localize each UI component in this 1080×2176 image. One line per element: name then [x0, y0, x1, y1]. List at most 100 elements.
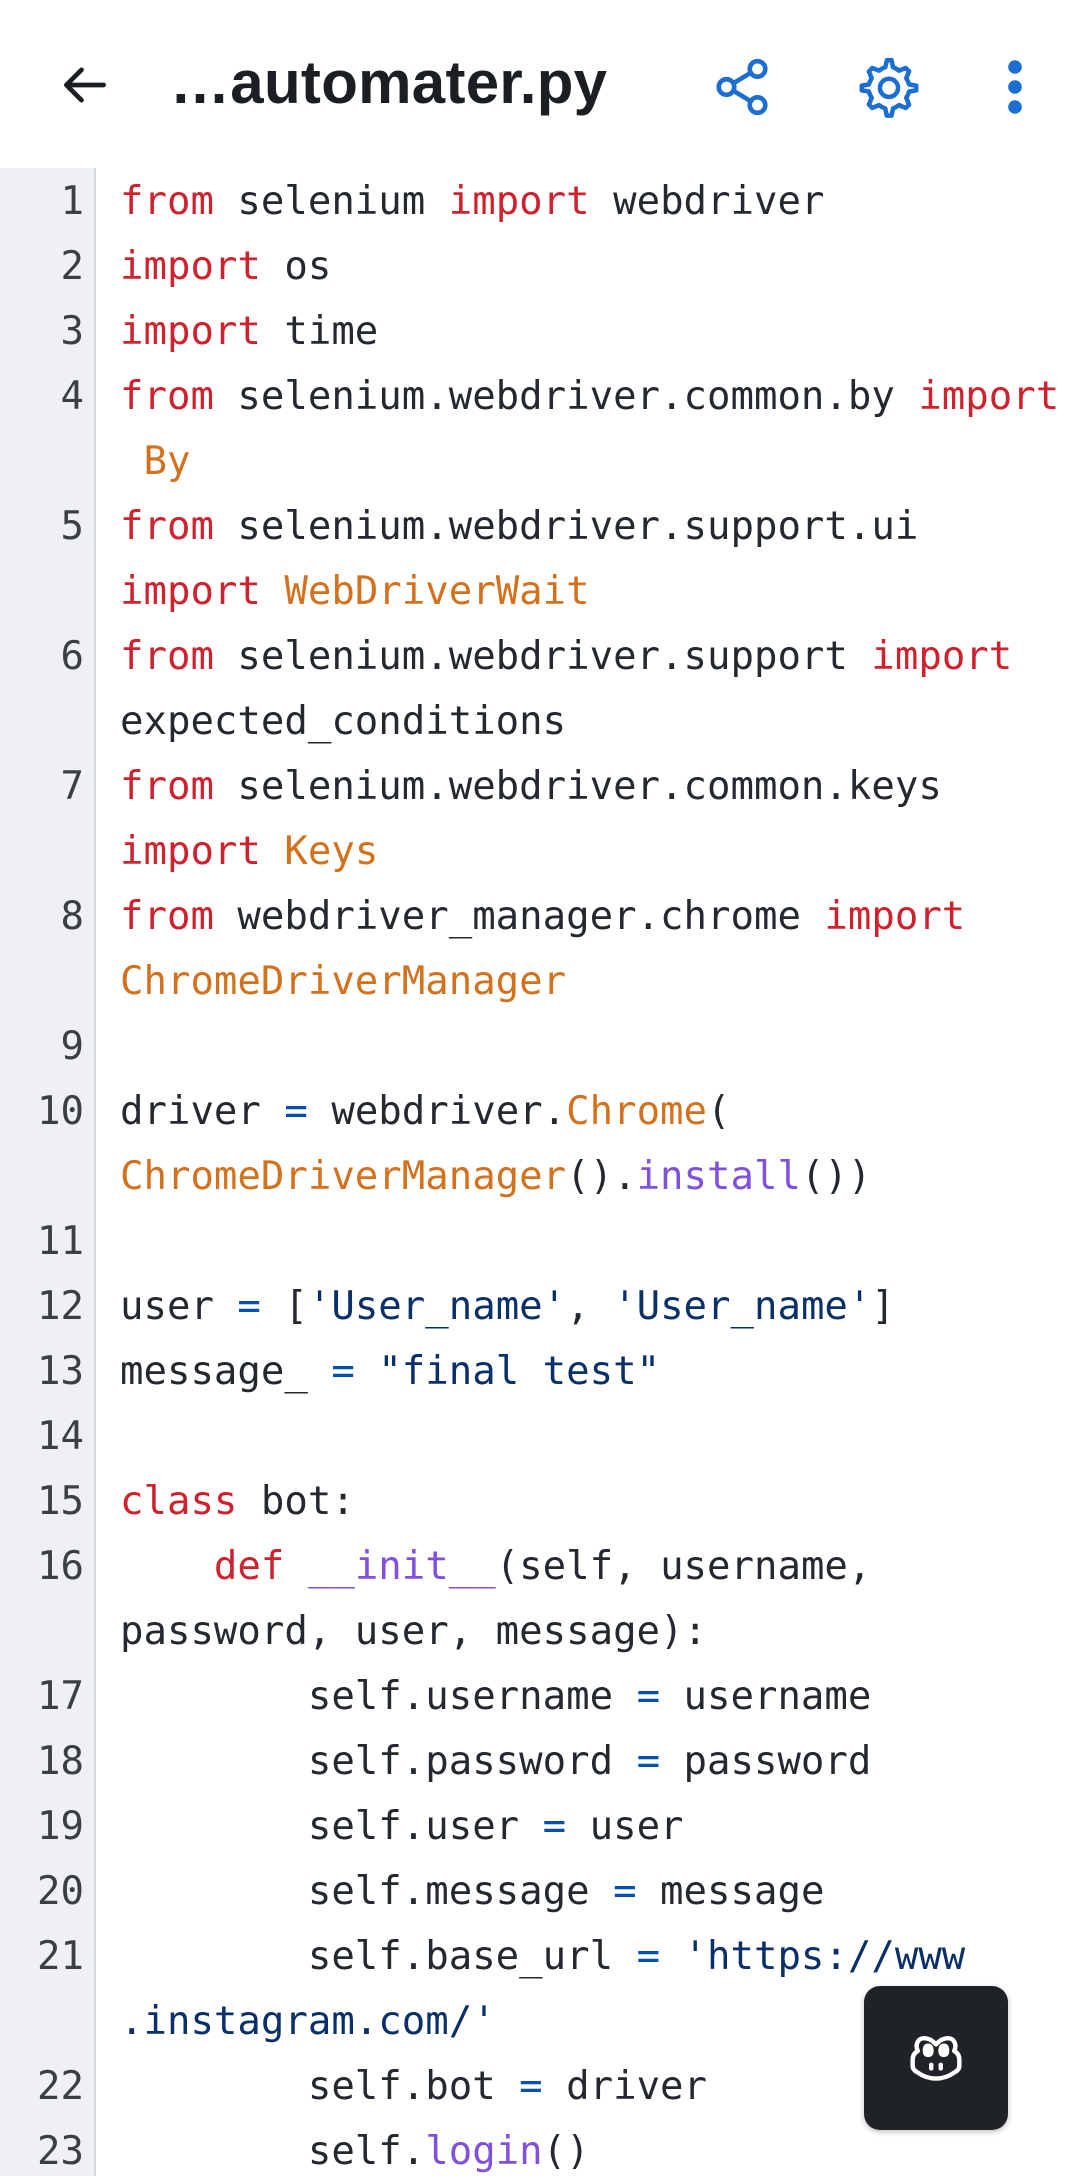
line-number: 4: [60, 374, 84, 419]
code-text: self.password = password: [120, 1729, 1060, 1794]
code-text: import WebDriverWait: [120, 559, 1060, 624]
code-token: import: [120, 244, 261, 289]
settings-button[interactable]: [842, 42, 932, 132]
copilot-button[interactable]: [864, 1986, 1008, 2130]
code-viewer[interactable]: 1 from selenium import webdriver 2 import o…: [0, 168, 1080, 2176]
line-number: 21: [37, 1934, 84, 1979]
code-text: from webdriver_manager.chrome import: [120, 884, 1060, 949]
code-text: import os: [120, 234, 1060, 299]
code-token: expected_conditions: [120, 699, 567, 744]
code-token: import: [871, 634, 1013, 679]
line-number: 2: [60, 244, 84, 289]
share-icon: [716, 58, 768, 116]
code-token: ]: [871, 1284, 895, 1329]
code-token: ().: [566, 1154, 637, 1199]
code-token: =: [331, 1349, 355, 1394]
line-number: 16: [37, 1544, 84, 1589]
code-token: def: [213, 1544, 285, 1589]
code-token: from: [120, 894, 214, 939]
copilot-icon: [910, 2035, 962, 2081]
code-token: (): [542, 2129, 590, 2174]
code-token: self.message: [120, 1869, 614, 1914]
code-text: driver = webdriver.Chrome(: [120, 1079, 1060, 1144]
code-token: self.bot: [120, 2064, 520, 2109]
code-text: from selenium import webdriver: [120, 169, 1060, 234]
code-token: selenium.webdriver.support: [213, 634, 872, 679]
code-token: selenium.webdriver.common.keys: [213, 764, 942, 809]
code-token: from: [120, 504, 214, 549]
code-token: =: [542, 1804, 567, 1849]
code-token: class: [120, 1479, 238, 1524]
code-token: =: [237, 1284, 261, 1329]
code-token: self.user: [120, 1804, 543, 1849]
code-token: selenium: [213, 179, 449, 224]
code-token: self.: [120, 2129, 426, 2174]
arrow-left-icon: [63, 67, 106, 103]
code-token: =: [636, 1739, 661, 1784]
code-token: WebDriverWait: [284, 569, 590, 614]
code-token: self.username: [120, 1674, 637, 1719]
code-token: 'User_name': [613, 1284, 872, 1329]
share-button[interactable]: [697, 42, 787, 132]
code-token: selenium.webdriver.support.ui: [213, 504, 919, 549]
code-token: ()): [800, 1154, 872, 1199]
code-token: =: [519, 2064, 543, 2109]
line-number: 12: [37, 1284, 84, 1329]
code-text: self.message = message: [120, 1859, 1060, 1924]
code-token: from: [120, 179, 214, 224]
code-token: (: [707, 1089, 731, 1134]
code-token: webdriver_manager.chrome: [213, 894, 825, 939]
code-token: login: [425, 2129, 543, 2174]
app-header: …automater.py: [0, 0, 1080, 168]
code-token: bot:: [237, 1479, 355, 1524]
code-token: webdriver: [589, 179, 825, 224]
code-text: import time: [120, 299, 1060, 364]
code-token: import: [120, 569, 261, 614]
code-token: from: [120, 764, 214, 809]
code-token: user: [120, 1284, 238, 1329]
code-token: =: [613, 1869, 637, 1914]
code-text: expected_conditions: [120, 689, 1060, 754]
code-token: By: [143, 439, 191, 484]
gear-icon: [859, 57, 919, 118]
more-options-button[interactable]: [990, 42, 1040, 132]
code-token: driver: [542, 2064, 708, 2109]
code-text: ChromeDriverManager: [120, 949, 1060, 1014]
code-token: [: [260, 1284, 308, 1329]
code-token: self.password: [120, 1739, 637, 1784]
code-token: .instagram.com/': [120, 1999, 496, 2044]
code-token: import: [448, 179, 590, 224]
code-token: =: [636, 1934, 661, 1979]
line-number: 10: [37, 1089, 84, 1134]
code-token: self.base_url: [120, 1934, 637, 1979]
code-token: install: [636, 1154, 801, 1199]
code-token: driver: [120, 1089, 285, 1134]
code-token: message: [636, 1869, 825, 1914]
code-token: time: [260, 309, 379, 354]
code-token: import: [120, 829, 261, 874]
code-token: username: [660, 1674, 872, 1719]
code-token: message_: [120, 1349, 332, 1394]
back-button[interactable]: [50, 50, 120, 120]
code-token: user: [566, 1804, 684, 1849]
code-token: Keys: [284, 829, 379, 874]
code-token: =: [284, 1089, 308, 1134]
line-number: 20: [37, 1869, 84, 1914]
line-number: 9: [60, 1024, 84, 1069]
line-number: 22: [37, 2064, 84, 2109]
line-number: 17: [37, 1674, 84, 1719]
code-text: from selenium.webdriver.support import: [120, 624, 1060, 689]
line-number: 11: [37, 1219, 84, 1264]
code-token: selenium.webdriver.common.by: [213, 374, 919, 419]
line-number: 19: [37, 1804, 84, 1849]
kebab-menu-icon: [1008, 60, 1022, 114]
code-text: self.base_url = 'https://www: [120, 1924, 1060, 1989]
line-number: 13: [37, 1349, 84, 1394]
code-text: def __init__(self, username,: [120, 1534, 1060, 1599]
